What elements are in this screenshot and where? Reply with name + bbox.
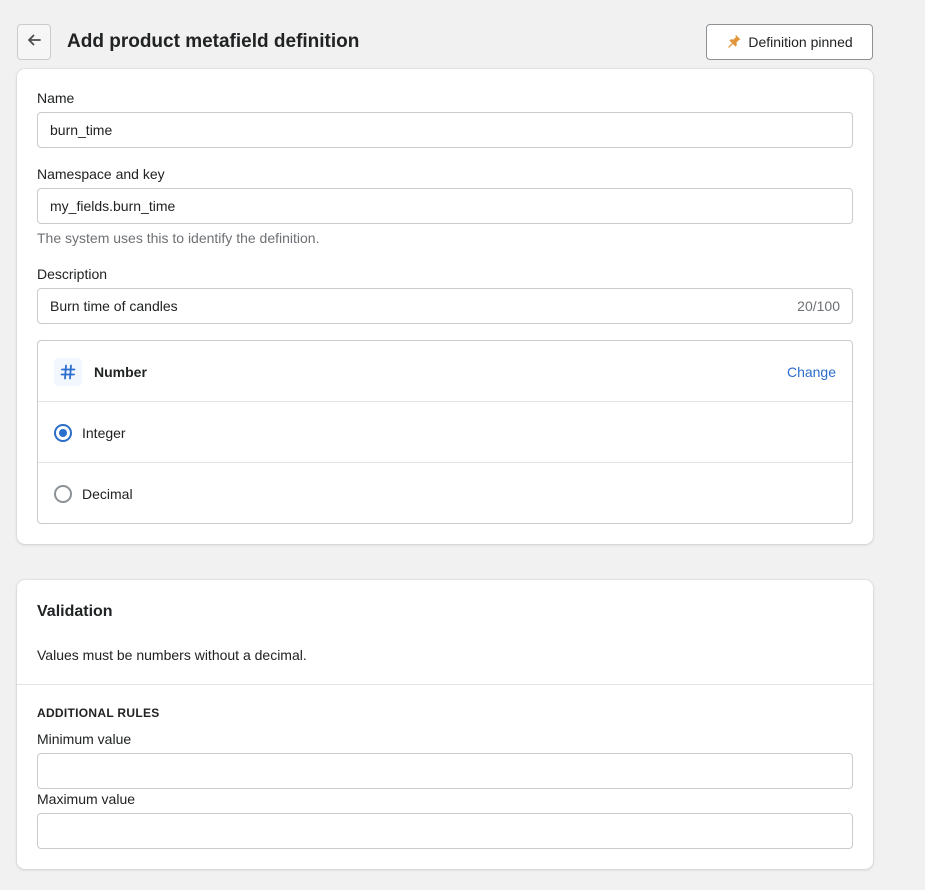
maximum-value-input[interactable] [37, 813, 853, 849]
definition-pinned-button[interactable]: Definition pinned [706, 24, 873, 60]
type-selector: Number Change Integer Decimal [37, 340, 853, 524]
pin-icon [726, 33, 742, 52]
option-decimal[interactable]: Decimal [38, 463, 852, 524]
page-title: Add product metafield definition [67, 31, 360, 52]
pin-button-label: Definition pinned [748, 34, 853, 50]
decimal-label: Decimal [82, 485, 133, 502]
description-input[interactable]: Burn time of candles 20/100 [37, 288, 853, 324]
description-label: Description [37, 266, 108, 282]
validation-title: Validation [37, 603, 113, 620]
namespace-help-text: The system uses this to identify the def… [37, 230, 320, 246]
name-label: Name [37, 90, 75, 106]
arrow-left-icon [26, 32, 42, 53]
page-header: Add product metafield definition Definit… [17, 24, 873, 60]
back-button[interactable] [17, 24, 51, 60]
namespace-label: Namespace and key [37, 166, 165, 182]
integer-radio[interactable] [54, 423, 72, 442]
divider [17, 684, 873, 685]
additional-rules-heading: ADDITIONAL RULES [37, 706, 160, 720]
integer-label: Integer [82, 424, 126, 441]
name-input-value: burn_time [50, 122, 113, 138]
type-name: Number [94, 363, 147, 380]
definition-card: Name burn_time Namespace and key my_fiel… [17, 69, 873, 544]
validation-card: Validation Values must be numbers withou… [17, 580, 873, 869]
namespace-input-value: my_fields.burn_time [50, 198, 176, 214]
type-header: Number Change [38, 341, 852, 402]
maximum-value-label: Maximum value [37, 791, 136, 807]
change-type-link[interactable]: Change [787, 364, 836, 380]
decimal-radio[interactable] [54, 484, 72, 503]
minimum-value-label: Minimum value [37, 731, 132, 747]
validation-description: Values must be numbers without a decimal… [37, 647, 307, 663]
name-input[interactable]: burn_time [37, 112, 853, 148]
namespace-input[interactable]: my_fields.burn_time [37, 188, 853, 224]
option-integer[interactable]: Integer [38, 402, 852, 463]
hash-icon [54, 357, 82, 386]
description-input-value: Burn time of candles [50, 298, 178, 314]
minimum-value-input[interactable] [37, 753, 853, 789]
character-counter: 20/100 [797, 298, 840, 314]
